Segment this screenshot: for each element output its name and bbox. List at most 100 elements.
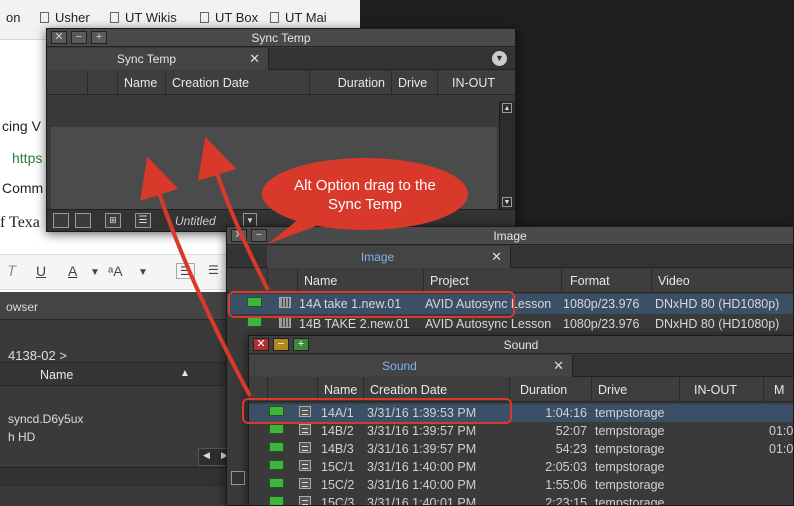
clip-extra: 01:0	[769, 442, 794, 456]
column-header-creation-date[interactable]: Creation Date	[165, 71, 309, 95]
clip-name: 15C/1	[321, 460, 355, 474]
tab-image[interactable]: Image ✕	[267, 246, 511, 268]
clip-drive: tempstorage	[595, 424, 665, 438]
bin-view-label[interactable]: Untitled	[175, 214, 216, 228]
column-header-icon[interactable]	[87, 71, 113, 95]
bin-tabbar: Image ✕	[227, 246, 793, 268]
column-header-row: Name Project Format Video	[227, 269, 793, 293]
column-header-row: Name Creation Date Duration Drive IN-OUT	[47, 71, 515, 95]
scroll-down-icon[interactable]: ▼	[502, 197, 512, 207]
callout-bubble: Alt Option drag to the Sync Temp	[262, 158, 468, 230]
text-view-icon[interactable]	[75, 213, 91, 228]
underline-button[interactable]: U	[36, 263, 46, 279]
clip-drive: tempstorage	[595, 496, 665, 506]
bookmark-item[interactable]: on	[6, 10, 20, 25]
clip-extra: 01:0	[769, 424, 794, 438]
script-view-icon[interactable]: ⊞	[105, 213, 121, 228]
bookmark-item[interactable]: UT Box	[200, 10, 258, 25]
table-row[interactable]: 14B/3 3/31/16 1:39:57 PM 54:23 tempstorage 0…	[249, 440, 793, 458]
clip-color-swatch	[247, 317, 262, 327]
window-title: Image	[493, 229, 527, 243]
bookmark-item[interactable]: Usher	[40, 10, 90, 25]
frame-view-icon[interactable]	[53, 213, 69, 228]
frame-view-icon[interactable]	[231, 471, 245, 485]
chevron-left-icon[interactable]: ◀	[203, 450, 210, 461]
tab-sound[interactable]: Sound ✕	[249, 355, 573, 377]
window-title: Sound	[503, 338, 539, 352]
column-header-duration[interactable]: Duration	[509, 378, 591, 402]
tab-label: Sound	[382, 359, 417, 373]
audio-clip-icon	[299, 424, 311, 435]
column-header-in-out[interactable]: IN-OUT	[437, 71, 515, 95]
audio-clip-icon	[299, 496, 311, 505]
list-item[interactable]: h HD	[8, 430, 35, 444]
audio-clip-icon	[299, 478, 311, 489]
column-header-duration[interactable]: Duration	[309, 71, 391, 95]
doc-text: Comm	[2, 180, 44, 196]
clip-drive: tempstorage	[595, 442, 665, 456]
bookmark-item[interactable]: UT Mai	[270, 10, 327, 25]
panel-title: owser	[6, 300, 39, 314]
font-size-button[interactable]: ᵃA	[108, 263, 123, 279]
list-item[interactable]: syncd.D6y5ux	[8, 412, 83, 426]
close-tab-icon[interactable]: ✕	[249, 51, 260, 67]
audio-clip-icon	[299, 460, 311, 471]
clip-name: 14B/3	[321, 442, 354, 456]
tab-label: Sync Temp	[116, 52, 177, 66]
clip-duration: 54:23	[555, 442, 587, 456]
italic-icon[interactable]: 𝑇	[8, 263, 17, 280]
bin-menu-icon[interactable]: ▼	[492, 51, 507, 66]
column-header-drive[interactable]: Drive	[391, 71, 437, 95]
bookmark-item[interactable]: UT Wikis	[110, 10, 177, 25]
table-row[interactable]: 14B/2 3/31/16 1:39:57 PM 52:07 tempstorage 0…	[249, 422, 793, 440]
file-browser-header: owser	[0, 292, 240, 320]
column-header-in-out[interactable]: IN-OUT	[679, 378, 763, 402]
clip-drive: tempstorage	[595, 460, 665, 474]
breadcrumb[interactable]: 4138-02 >	[8, 348, 67, 363]
close-tab-icon[interactable]: ✕	[491, 249, 502, 265]
window-titlebar[interactable]: ✕ − Image	[227, 227, 793, 245]
column-header-name[interactable]: Name	[297, 269, 423, 293]
tab-sync-temp[interactable]: Sync Temp ✕	[47, 48, 269, 70]
clip-duration: 2:23:15	[545, 496, 587, 506]
callout-text: Alt Option drag to the Sync Temp	[294, 177, 436, 213]
font-color-button[interactable]: A	[68, 263, 77, 279]
table-row[interactable]: 15C/1 3/31/16 1:40:00 PM 2:05:03 tempstorag…	[249, 458, 793, 476]
clip-creation-date: 3/31/16 1:39:57 PM	[367, 442, 477, 456]
clip-creation-date: 3/31/16 1:39:57 PM	[367, 424, 477, 438]
column-header-name[interactable]: Name	[117, 71, 165, 95]
chevron-down-icon[interactable]: ▼	[138, 267, 148, 278]
vertical-scrollbar[interactable]: ▲ ▼	[499, 101, 515, 209]
column-header-icon[interactable]	[267, 269, 297, 293]
audio-clip-icon	[299, 442, 311, 453]
column-header-name[interactable]: Name	[40, 368, 73, 382]
doc-text: cing V	[2, 118, 41, 134]
page-icon	[110, 12, 119, 23]
close-tab-icon[interactable]: ✕	[553, 358, 564, 374]
table-row[interactable]: 15C/3 3/31/16 1:40:01 PM 2:23:15 tempstorag…	[249, 494, 793, 506]
chevron-down-icon[interactable]: ▼	[90, 267, 100, 278]
column-header-project[interactable]: Project	[423, 269, 561, 293]
page-icon	[270, 12, 279, 23]
scroll-up-icon[interactable]: ▲	[502, 103, 512, 113]
file-browser-statusbar	[0, 467, 240, 487]
column-header-video[interactable]: Video	[651, 269, 793, 293]
column-header-drive[interactable]: Drive	[591, 378, 679, 402]
list-icon[interactable]: ☰	[208, 263, 219, 277]
column-header-mark[interactable]: M	[763, 378, 793, 402]
file-browser-panel: owser 4138-02 > Name ▲ syncd.D6y5ux h HD…	[0, 292, 240, 506]
doc-text: f Texa	[0, 214, 40, 231]
column-header-format[interactable]: Format	[561, 269, 651, 293]
doc-link[interactable]: https	[12, 150, 42, 166]
table-row[interactable]: 15C/2 3/31/16 1:40:00 PM 1:55:06 tempstorag…	[249, 476, 793, 494]
list-icon[interactable]: ☰	[176, 263, 195, 279]
clip-drive: tempstorage	[595, 406, 665, 420]
sort-up-icon[interactable]: ▲	[180, 368, 190, 379]
window-titlebar[interactable]: ✕ − + Sound	[249, 336, 793, 354]
format-toolbar: 𝑇 U A ▼ ᵃA ▼ ☰ ☰	[0, 254, 240, 290]
window-titlebar[interactable]: ✕ − + Sync Temp	[47, 29, 515, 47]
clip-creation-date: 3/31/16 1:40:00 PM	[367, 478, 477, 492]
list-view-icon[interactable]: ☰	[135, 213, 151, 228]
clip-color-swatch	[269, 496, 284, 505]
clip-creation-date: 3/31/16 1:40:00 PM	[367, 460, 477, 474]
